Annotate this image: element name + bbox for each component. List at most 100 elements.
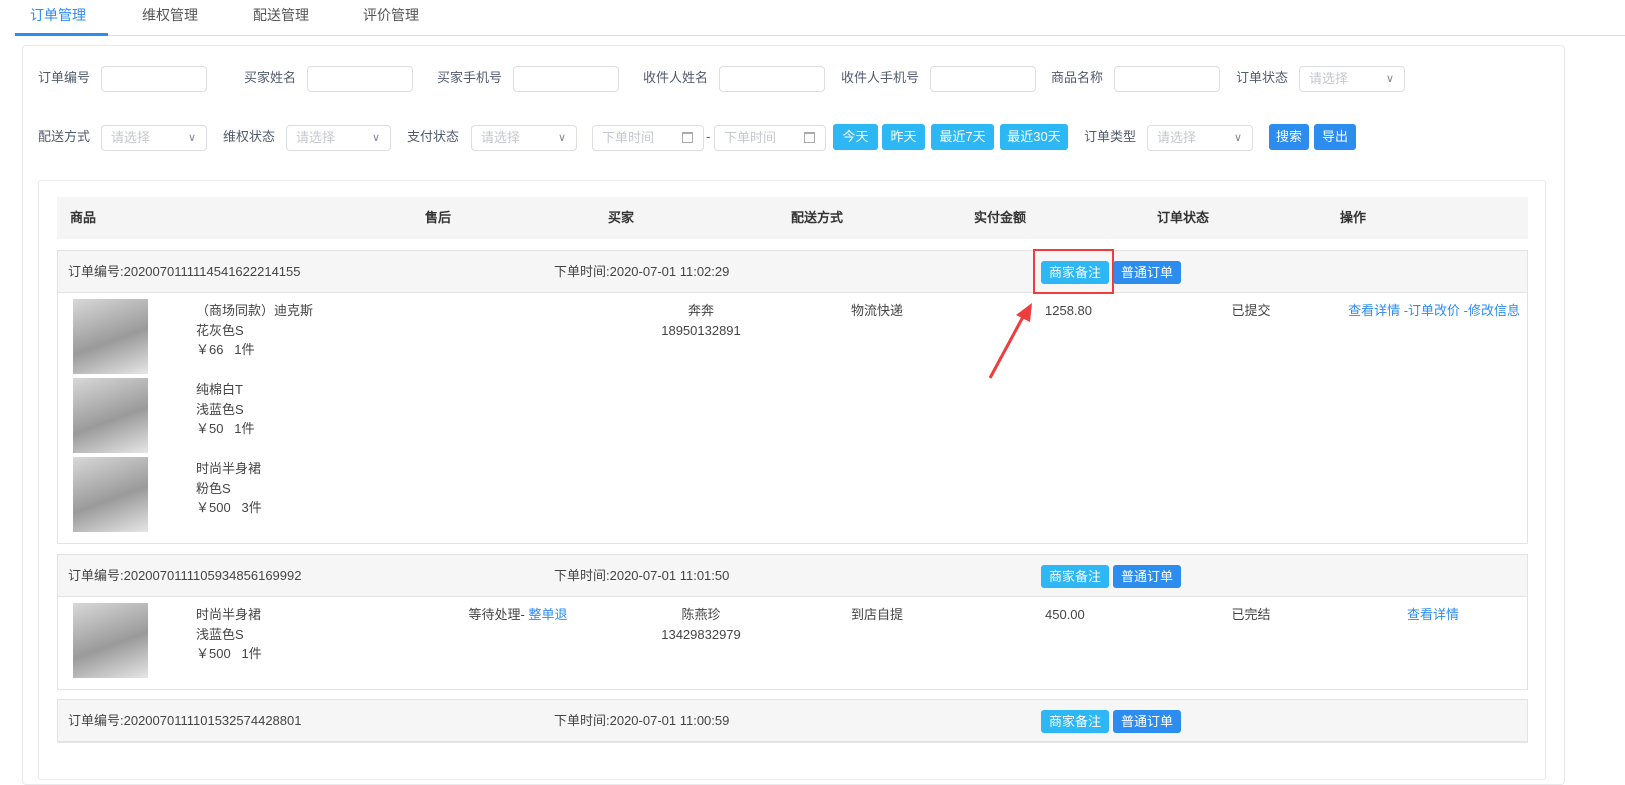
col-buyer: 买家	[608, 210, 635, 225]
buyer-phone: 13429832979	[661, 626, 741, 642]
action-link-1[interactable]: -订单改价	[1400, 303, 1460, 318]
receiver-name-input[interactable]	[719, 66, 825, 92]
rights-status-select[interactable]: 请选择 ∨	[286, 125, 391, 151]
order-item: 纯棉白T 浅蓝色S ￥50 1件	[58, 372, 1527, 453]
buyer-name: 陈燕珍	[681, 607, 721, 622]
order-status-select[interactable]: 请选择 ∨	[1299, 66, 1405, 92]
date-placeholder: 下单时间	[602, 130, 655, 145]
order-block: 订单编号:2020070111105934856169992 下单时间:2020…	[57, 554, 1528, 690]
order-item: 时尚半身裙 浅蓝色S ￥500 1件	[58, 597, 1527, 678]
tab-review-management[interactable]: 评价管理	[363, 0, 419, 35]
aftersale-status: 等待处理-	[468, 607, 529, 622]
product-image[interactable]	[73, 378, 148, 453]
calendar-icon	[682, 132, 693, 143]
receiver-phone-label: 收件人手机号	[841, 70, 920, 85]
tab-order-management[interactable]: 订单管理	[30, 0, 86, 35]
order-header: 订单编号:2020070111101532574428801 下单时间:2020…	[58, 700, 1527, 742]
buyer-phone-input[interactable]	[513, 66, 619, 92]
active-tab-indicator	[15, 33, 108, 36]
end-date-input[interactable]: 下单时间	[714, 125, 826, 151]
order-status: 已完结	[1231, 607, 1271, 622]
product-name-input[interactable]	[1114, 66, 1220, 92]
chevron-down-icon: ∨	[1233, 132, 1242, 144]
full-refund-link[interactable]: 整单退	[528, 607, 567, 622]
order-type-badge: 普通订单	[1113, 565, 1181, 588]
merchant-remark-button[interactable]: 商家备注	[1041, 710, 1109, 733]
delivery-method: 到店自提	[850, 607, 903, 622]
col-delivery: 配送方式	[791, 210, 844, 225]
pay-status-select[interactable]: 请选择 ∨	[471, 125, 577, 151]
order-time: 下单时间:2020-07-01 11:00:59	[554, 713, 730, 728]
product-image[interactable]	[73, 603, 148, 678]
order-body: 时尚半身裙 浅蓝色S ￥500 1件 等待处理- 整单退 陈燕珍 134298329…	[58, 597, 1527, 689]
buyer-name: 奔奔	[687, 303, 714, 318]
order-block: 订单编号:2020070111114541622214155 下单时间:2020…	[57, 250, 1528, 544]
select-placeholder: 请选择	[296, 130, 336, 145]
tab-delivery-management[interactable]: 配送管理	[253, 0, 309, 35]
highlight-box	[1033, 249, 1114, 294]
order-time: 下单时间:2020-07-01 11:02:29	[554, 264, 730, 279]
product-price-qty: ￥500 1件	[196, 646, 262, 661]
merchant-remark-button[interactable]: 商家备注	[1041, 565, 1109, 588]
today-button[interactable]: 今天	[833, 124, 878, 150]
calendar-icon	[804, 132, 815, 143]
order-header: 订单编号:2020070111114541622214155 下单时间:2020…	[58, 251, 1527, 293]
receiver-phone-input[interactable]	[930, 66, 1036, 92]
action-link-2[interactable]: -修改信息	[1460, 303, 1520, 318]
paid-amount: 450.00	[1045, 607, 1085, 622]
buyer-name-input[interactable]	[307, 66, 413, 92]
select-placeholder: 请选择	[1157, 130, 1197, 145]
order-status: 已提交	[1231, 303, 1271, 318]
receiver-name-label: 收件人姓名	[643, 70, 709, 85]
search-button[interactable]: 搜索	[1269, 124, 1309, 150]
last-30-days-button[interactable]: 最近30天	[1000, 124, 1068, 150]
select-placeholder: 请选择	[1309, 71, 1349, 86]
col-product: 商品	[70, 210, 97, 225]
order-no-input[interactable]	[101, 66, 207, 92]
order-item: （商场同款）迪克斯 花灰色S ￥66 1件	[58, 293, 1527, 374]
col-status: 订单状态	[1157, 210, 1210, 225]
paid-amount: 1258.80	[1045, 303, 1092, 318]
order-type-select[interactable]: 请选择 ∨	[1147, 125, 1253, 151]
order-number: 订单编号:2020070111101532574428801	[68, 713, 302, 728]
buyer-phone-label: 买家手机号	[437, 70, 503, 85]
product-name: （商场同款）迪克斯	[196, 303, 314, 318]
product-spec: 浅蓝色S	[196, 626, 244, 642]
order-no-label: 订单编号	[38, 70, 91, 85]
order-header: 订单编号:2020070111105934856169992 下单时间:2020…	[58, 555, 1527, 597]
product-name: 纯棉白T	[196, 382, 243, 397]
order-item: 时尚半身裙 粉色S ￥500 3件	[58, 451, 1527, 532]
pay-status-label: 支付状态	[407, 129, 460, 144]
annotation-arrow-icon	[988, 303, 1032, 379]
export-button[interactable]: 导出	[1314, 124, 1356, 150]
action-link-0[interactable]: 查看详情	[1348, 303, 1400, 318]
chevron-down-icon: ∨	[371, 132, 380, 144]
date-separator: -	[706, 129, 711, 144]
order-type-badge: 普通订单	[1113, 710, 1181, 733]
delivery-label: 配送方式	[38, 129, 91, 144]
last-7-days-button[interactable]: 最近7天	[931, 124, 994, 150]
product-image[interactable]	[73, 457, 148, 532]
select-placeholder: 请选择	[111, 130, 151, 145]
order-type-label: 订单类型	[1084, 129, 1137, 144]
product-image[interactable]	[73, 299, 148, 374]
order-type-badge: 普通订单	[1113, 261, 1181, 284]
product-name: 时尚半身裙	[196, 461, 262, 476]
tab-rights-management[interactable]: 维权管理	[142, 0, 198, 35]
yesterday-button[interactable]: 昨天	[882, 124, 925, 150]
date-placeholder: 下单时间	[724, 130, 777, 145]
rights-status-label: 维权状态	[223, 129, 276, 144]
chevron-down-icon: ∨	[1385, 73, 1394, 85]
col-aftersale: 售后	[425, 210, 452, 225]
delivery-select[interactable]: 请选择 ∨	[101, 125, 207, 151]
product-name: 时尚半身裙	[196, 607, 262, 622]
table-header: 商品 售后 买家 配送方式 实付金额 订单状态 操作	[57, 197, 1528, 239]
order-block: 订单编号:2020070111101532574428801 下单时间:2020…	[57, 699, 1528, 743]
start-date-input[interactable]: 下单时间	[592, 125, 704, 151]
order-number: 订单编号:2020070111114541622214155	[68, 264, 301, 279]
col-actions: 操作	[1340, 210, 1367, 225]
chevron-down-icon: ∨	[187, 132, 196, 144]
product-spec: 粉色S	[196, 480, 231, 496]
action-link-0[interactable]: 查看详情	[1407, 607, 1459, 622]
product-name-label: 商品名称	[1051, 70, 1104, 85]
